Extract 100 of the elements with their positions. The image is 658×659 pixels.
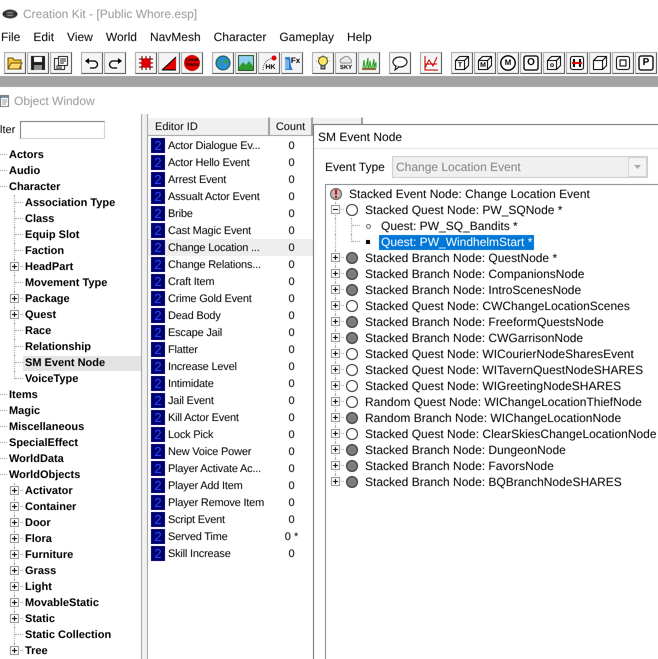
toolbar-button[interactable]: [158, 52, 180, 74]
expand-icon[interactable]: [331, 413, 340, 422]
menu-item[interactable]: Help: [347, 30, 372, 44]
tree-item[interactable]: Actors: [7, 148, 141, 162]
expand-icon[interactable]: [331, 269, 340, 278]
tree-item[interactable]: Miscellaneous: [7, 420, 141, 434]
toolbar-button[interactable]: [235, 52, 257, 74]
tree-item[interactable]: Static Collection: [23, 628, 141, 642]
tree-item[interactable]: Stacked Branch Node: FavorsNode: [363, 458, 556, 474]
tree-item[interactable]: Random Quest Node: WIChangeLocationThiefNode: [363, 394, 644, 410]
expand-icon[interactable]: [331, 429, 340, 438]
list-row[interactable]: 2 Script Event 0: [148, 511, 313, 528]
expand-icon[interactable]: [10, 582, 19, 591]
expand-icon[interactable]: [10, 646, 19, 655]
tree-item[interactable]: Package: [23, 292, 141, 306]
expand-icon[interactable]: [10, 550, 19, 559]
toolbar-button[interactable]: [358, 52, 380, 74]
list-row[interactable]: 2 Escape Jail 0: [148, 324, 313, 341]
tree-item[interactable]: Magic: [7, 404, 141, 418]
list-row[interactable]: 2 Player Add Item 0: [148, 477, 313, 494]
list-row[interactable]: 2 Cast Magic Event 0: [148, 222, 313, 239]
list-row[interactable]: 2 Bribe 0: [148, 205, 313, 222]
tree-item[interactable]: Door: [23, 516, 141, 530]
toolbar-button[interactable]: [4, 52, 26, 74]
list-row[interactable]: 2 Actor Dialogue Ev... 0: [148, 137, 313, 154]
list-row[interactable]: 2 Arrest Event 0: [148, 171, 313, 188]
column-header[interactable]: Count: [270, 117, 313, 136]
list-row[interactable]: 2 Jail Event 0: [148, 392, 313, 409]
tree-item[interactable]: WorldData: [7, 452, 141, 466]
expand-icon[interactable]: [331, 285, 340, 294]
expand-icon[interactable]: [10, 262, 19, 271]
tree-item[interactable]: Stacked Branch Node: CompanionsNode: [363, 266, 586, 282]
expand-icon[interactable]: [331, 461, 340, 470]
toolbar-button[interactable]: [27, 52, 49, 74]
tree-item[interactable]: Stacked Quest Node: ClearSkiesChangeLocationNode: [363, 426, 658, 442]
list-row[interactable]: 2 Player Activate Ac... 0: [148, 460, 313, 477]
list-row[interactable]: 2 Skill Increase 0: [148, 545, 313, 562]
tree-item[interactable]: MovableStatic: [23, 596, 141, 610]
toolbar-button[interactable]: [81, 52, 103, 74]
toolbar-button[interactable]: [420, 52, 442, 74]
tree-item[interactable]: Items: [7, 388, 141, 402]
tree-item[interactable]: SpecialEffect: [7, 436, 141, 450]
list-row[interactable]: 2 Kill Actor Event 0: [148, 409, 313, 426]
filter-field[interactable]: [20, 121, 106, 139]
list-row[interactable]: 2 Change Location ... 0: [148, 239, 313, 256]
tree-item[interactable]: Relationship: [23, 340, 141, 354]
tree-item[interactable]: Stacked Quest Node: WICourierNodeSharesEvent: [363, 346, 636, 362]
tree-item[interactable]: Quest: PW_SQ_Bandits *: [379, 218, 520, 234]
expand-icon[interactable]: [10, 614, 19, 623]
tree-item[interactable]: Stacked Quest Node: CWChangeLocationScenes: [363, 298, 632, 314]
expand-icon[interactable]: [331, 333, 340, 342]
expand-icon[interactable]: [331, 317, 340, 326]
tree-item[interactable]: Stacked Branch Node: QuestNode *: [363, 250, 560, 266]
column-header[interactable]: Editor ID: [148, 117, 270, 136]
expand-icon[interactable]: [10, 486, 19, 495]
expand-icon[interactable]: [10, 534, 19, 543]
expand-icon[interactable]: [331, 381, 340, 390]
toolbar-button[interactable]: [589, 52, 611, 74]
tree-item[interactable]: Stacked Branch Node: BQBranchNodeSHARES: [363, 474, 624, 490]
toolbar-button[interactable]: [566, 52, 588, 74]
tree-item[interactable]: Race: [23, 324, 141, 338]
toolbar-button[interactable]: [50, 52, 72, 74]
expand-icon[interactable]: [10, 502, 19, 511]
tree-item[interactable]: Quest: [23, 308, 141, 322]
expand-icon[interactable]: [10, 518, 19, 527]
tree-item[interactable]: Association Type: [23, 196, 141, 210]
toolbar-button[interactable]: [212, 52, 234, 74]
list-row[interactable]: 2 Crime Gold Event 0: [148, 290, 313, 307]
tree-item[interactable]: Faction: [23, 244, 141, 258]
tree-item[interactable]: Static: [23, 612, 141, 626]
toolbar-button[interactable]: [312, 52, 334, 74]
tree-item[interactable]: Activator: [23, 484, 141, 498]
tree-item[interactable]: Stacked Branch Node: FreeformQuestsNode: [363, 314, 606, 330]
tree-item[interactable]: Flora: [23, 532, 141, 546]
expand-icon[interactable]: [10, 310, 19, 319]
expand-icon[interactable]: [10, 598, 19, 607]
menu-item[interactable]: World: [106, 30, 137, 44]
list-row[interactable]: 2 Dead Body 0: [148, 307, 313, 324]
tree-item[interactable]: Stacked Quest Node: WIGreetingNodeSHARES: [363, 378, 624, 394]
list-row[interactable]: 2 Served Time 0 *: [148, 528, 313, 545]
list-row[interactable]: 2 Actor Hello Event 0: [148, 154, 313, 171]
tree-item[interactable]: Audio: [7, 164, 141, 178]
list-row[interactable]: 2 Flatter 0: [148, 341, 313, 358]
tree-item[interactable]: VoiceType: [23, 372, 141, 386]
toolbar-button[interactable]: [104, 52, 126, 74]
list-row[interactable]: 2 Player Remove Item 0: [148, 494, 313, 511]
tree-item[interactable]: Character: [7, 180, 141, 194]
collapse-icon[interactable]: [331, 205, 340, 214]
expand-icon[interactable]: [10, 294, 19, 303]
tree-item[interactable]: SM Event Node: [23, 356, 141, 370]
expand-icon[interactable]: [331, 301, 340, 310]
list-row[interactable]: 2 New Voice Power 0: [148, 443, 313, 460]
expand-icon[interactable]: [331, 477, 340, 486]
list-row[interactable]: 2 Change Relations... 0: [148, 256, 313, 273]
tree-item[interactable]: Grass: [23, 564, 141, 578]
tree-item[interactable]: Stacked Quest Node: PW_SQNode *: [363, 202, 564, 218]
tree-item[interactable]: Stacked Branch Node: DungeonNode: [363, 442, 568, 458]
tree-item[interactable]: Light: [23, 580, 141, 594]
tree-item[interactable]: Random Branch Node: WIChangeLocationNode: [363, 410, 624, 426]
list-row[interactable]: 2 Assualt Actor Event 0: [148, 188, 313, 205]
